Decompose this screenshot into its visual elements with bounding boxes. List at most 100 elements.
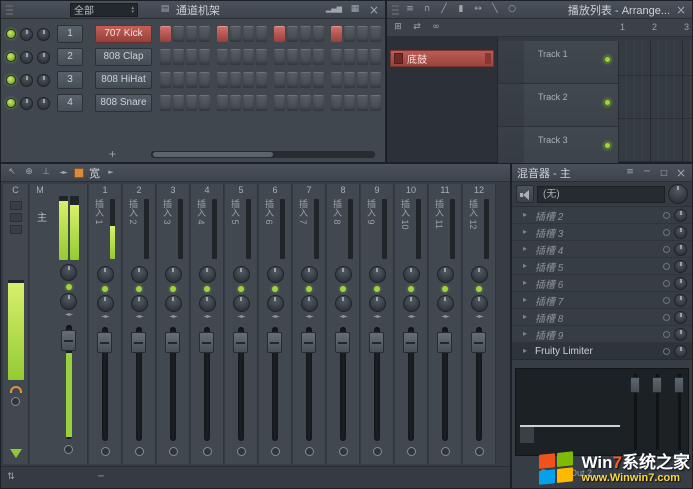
step-button[interactable] xyxy=(256,26,267,42)
step-button[interactable] xyxy=(160,49,171,65)
fx-slot-row[interactable]: 插槽 8 xyxy=(512,309,692,326)
strip-enable-led[interactable] xyxy=(476,286,482,292)
strip-enable-led[interactable] xyxy=(340,286,346,292)
channel-pan-knob[interactable] xyxy=(20,28,33,41)
dock-icon[interactable] xyxy=(40,166,52,179)
step-button[interactable] xyxy=(274,26,285,42)
step-button[interactable] xyxy=(160,26,171,42)
snap-magnet-icon[interactable] xyxy=(421,3,433,16)
close-icon[interactable] xyxy=(368,3,380,16)
channel-name-button[interactable]: 707 Kick xyxy=(95,25,152,43)
strip-sep-knob[interactable] xyxy=(267,295,284,312)
strip-mute-circle[interactable] xyxy=(475,447,484,456)
channel-rack-titlebar[interactable]: 全部 ▴▾ 通道机架 xyxy=(1,1,385,19)
color-swatch[interactable] xyxy=(74,168,84,178)
slot-mix-knob[interactable] xyxy=(674,209,687,222)
step-button[interactable] xyxy=(274,72,285,88)
window-grip-icon[interactable] xyxy=(392,4,399,15)
fx-slot-selector[interactable]: (无) xyxy=(537,186,665,203)
strip-mute-circle[interactable] xyxy=(441,447,450,456)
mixer-insert-strip[interactable]: 6插入 6 xyxy=(259,184,292,464)
playlist-track-header[interactable]: Track 1 xyxy=(498,41,618,84)
fader-handle[interactable] xyxy=(630,377,640,393)
master-pan-knob[interactable] xyxy=(60,264,77,281)
channel-volume-knob[interactable] xyxy=(37,51,50,64)
slot-enable-dot[interactable] xyxy=(663,348,670,355)
strip-sep-knob[interactable] xyxy=(471,295,488,312)
step-button[interactable] xyxy=(160,95,171,111)
slot-enable-dot[interactable] xyxy=(663,229,670,236)
headphones-icon[interactable] xyxy=(10,386,22,393)
channel-volume-knob[interactable] xyxy=(37,28,50,41)
strip-sep-knob[interactable] xyxy=(301,295,318,312)
strip-mute-circle[interactable] xyxy=(237,447,246,456)
channel-filter-select[interactable]: 全部 ▴▾ xyxy=(70,3,138,17)
strip-mute-circle[interactable] xyxy=(407,447,416,456)
scrollbar-thumb[interactable] xyxy=(153,152,273,157)
strip-sep-knob[interactable] xyxy=(335,295,352,312)
step-button[interactable] xyxy=(186,95,197,111)
strip-enable-led[interactable] xyxy=(442,286,448,292)
fader-handle[interactable] xyxy=(437,332,452,353)
step-button[interactable] xyxy=(313,72,324,88)
step-button[interactable] xyxy=(344,49,355,65)
slot-mix-knob[interactable] xyxy=(674,328,687,341)
strip-pan-knob[interactable] xyxy=(301,266,318,283)
add-channel-button[interactable]: + xyxy=(109,149,116,159)
channel-mute-led[interactable] xyxy=(6,75,16,85)
step-button[interactable] xyxy=(274,49,285,65)
strip-enable-led[interactable] xyxy=(102,286,108,292)
select-tool-icon[interactable] xyxy=(6,166,18,179)
master-enable-led[interactable] xyxy=(66,284,72,290)
step-button[interactable] xyxy=(173,95,184,111)
playlist-titlebar[interactable]: 播放列表 - Arrange... xyxy=(387,1,692,19)
step-button[interactable] xyxy=(357,95,368,111)
step-button[interactable] xyxy=(300,49,311,65)
fader-handle[interactable] xyxy=(335,332,350,353)
limiter-fader[interactable] xyxy=(650,374,664,450)
step-button[interactable] xyxy=(256,72,267,88)
step-button[interactable] xyxy=(300,72,311,88)
stereo-pair-icon[interactable] xyxy=(57,166,69,179)
fx-slot-row[interactable]: 插槽 5 xyxy=(512,258,692,275)
mixer-insert-strip[interactable]: 9插入 9 xyxy=(361,184,394,464)
step-button[interactable] xyxy=(173,26,184,42)
step-button[interactable] xyxy=(230,72,241,88)
strip-mute-circle[interactable] xyxy=(305,447,314,456)
close-icon[interactable] xyxy=(675,166,687,179)
slot-mix-knob[interactable] xyxy=(674,260,687,273)
strip-sep-knob[interactable] xyxy=(233,295,250,312)
step-button[interactable] xyxy=(370,95,381,111)
pattern-item[interactable]: 底鼓 xyxy=(390,50,494,67)
fx-slot-row[interactable]: 插槽 6 xyxy=(512,275,692,292)
swap-tool-icon[interactable] xyxy=(411,21,423,34)
step-button[interactable] xyxy=(357,49,368,65)
step-button[interactable] xyxy=(186,72,197,88)
strip-sep-knob[interactable] xyxy=(199,295,216,312)
slot-enable-dot[interactable] xyxy=(663,314,670,321)
step-button[interactable] xyxy=(357,72,368,88)
strip-fader[interactable] xyxy=(463,325,495,443)
mixer-current-strip[interactable]: C xyxy=(3,184,29,464)
step-button[interactable] xyxy=(370,26,381,42)
slot-mix-knob[interactable] xyxy=(674,277,687,290)
target-icon[interactable] xyxy=(23,166,35,179)
channel-index-button[interactable]: 1 xyxy=(57,25,83,43)
minimize-icon[interactable] xyxy=(641,166,653,179)
link-icon[interactable] xyxy=(430,21,442,34)
step-button[interactable] xyxy=(230,26,241,42)
strip-pan-knob[interactable] xyxy=(267,266,284,283)
channel-index-button[interactable]: 2 xyxy=(57,48,83,66)
step-button[interactable] xyxy=(313,26,324,42)
mixer-insert-strip[interactable]: 8插入 8 xyxy=(327,184,360,464)
step-button[interactable] xyxy=(256,95,267,111)
fader-handle[interactable] xyxy=(652,377,662,393)
strip-mute-circle[interactable] xyxy=(203,447,212,456)
channel-volume-knob[interactable] xyxy=(37,74,50,87)
step-button[interactable] xyxy=(287,26,298,42)
fx-panel-titlebar[interactable]: 混音器 - 主 xyxy=(512,164,692,182)
step-button[interactable] xyxy=(300,26,311,42)
channel-index-button[interactable]: 4 xyxy=(57,94,83,112)
steps-scrollbar[interactable] xyxy=(151,151,375,158)
fx-slot-row[interactable]: 插槽 3 xyxy=(512,224,692,241)
